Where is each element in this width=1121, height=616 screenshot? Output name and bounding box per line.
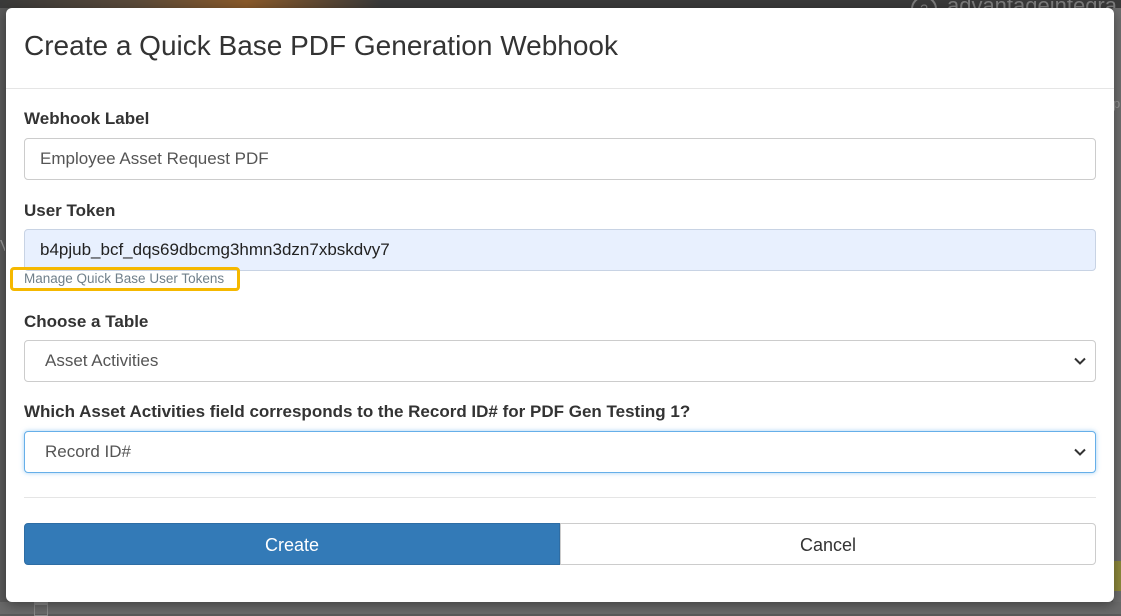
manage-user-tokens-link[interactable]: Manage Quick Base User Tokens (24, 271, 224, 286)
background-fragment: p (1113, 96, 1121, 111)
background-yellow-block (1113, 561, 1121, 591)
user-token-input[interactable] (24, 229, 1096, 271)
manage-tokens-highlight: Manage Quick Base User Tokens (10, 267, 240, 291)
create-button[interactable]: Create (24, 523, 560, 565)
user-token-label: User Token (24, 201, 116, 220)
cancel-button[interactable]: Cancel (560, 523, 1096, 565)
footer-divider (24, 497, 1096, 498)
modal-header: Create a Quick Base PDF Generation Webho… (6, 8, 1114, 89)
background-left-fragment: V (0, 238, 5, 256)
modal-title: Create a Quick Base PDF Generation Webho… (24, 30, 619, 61)
table-select[interactable]: Asset Activities (24, 340, 1096, 382)
record-field-select[interactable]: Record ID# (24, 431, 1096, 473)
background-right-strip: p (1113, 8, 1121, 614)
background-bottom-bar (0, 602, 1121, 616)
webhook-modal: Create a Quick Base PDF Generation Webho… (6, 8, 1114, 602)
record-field-select-value: Record ID# (45, 442, 131, 461)
choose-table-label: Choose a Table (24, 312, 149, 331)
chevron-down-icon (1074, 448, 1086, 456)
webhook-label-input[interactable] (24, 138, 1096, 180)
table-select-value: Asset Activities (45, 351, 159, 370)
chevron-down-icon (1074, 357, 1086, 365)
webhook-label-label: Webhook Label (24, 109, 150, 128)
record-field-label: Which Asset Activities field corresponds… (24, 402, 691, 421)
